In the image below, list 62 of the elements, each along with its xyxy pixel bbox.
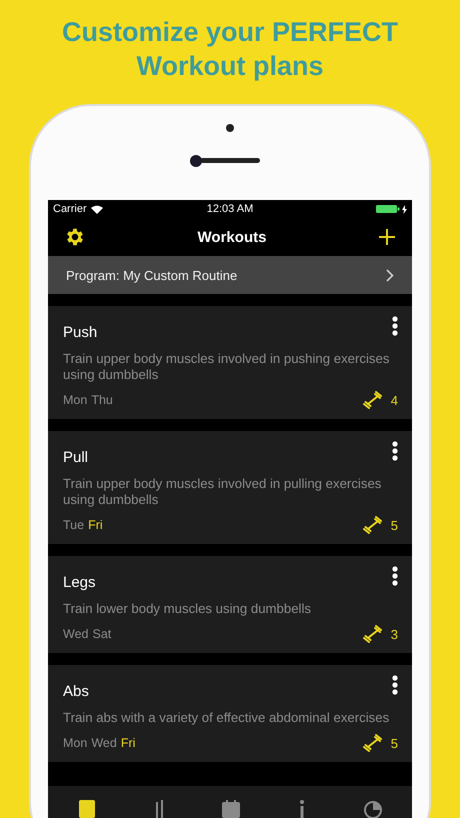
dumbbell-icon [362,516,383,534]
more-button[interactable] [392,316,398,336]
more-icon [392,316,398,336]
workout-title: Abs [63,683,89,700]
day-label: Thu [91,393,113,407]
chevron-right-icon [386,268,394,282]
speaker-slot [200,158,260,163]
headline: Customize your PERFECT Workout plans [60,16,400,83]
more-icon [392,675,398,695]
more-icon [392,441,398,461]
workout-title: Legs [63,574,96,591]
exercise-count: 5 [390,736,398,750]
day-label: Fri [120,736,136,750]
day-label: Tue [63,518,84,532]
battery-icon [376,204,400,214]
tab-button[interactable] [221,800,242,818]
workout-title: Push [63,324,98,341]
tab-button[interactable] [77,800,98,818]
day-label: Mon [63,393,88,407]
dumbbell-icon [362,391,383,409]
workout-description: Train upper body muscles involved in pulling exercises using dumbbells [63,476,382,508]
settings-button[interactable] [64,226,86,248]
calendar-icon [221,800,242,818]
workout-description: Train abs with a variety of effective abdominal exercises [63,710,390,726]
day-label: Mon [63,736,88,750]
more-button[interactable] [392,566,398,586]
sensor-dot [226,124,234,132]
day-label: Sat [92,627,112,641]
more-button[interactable] [392,441,398,461]
add-button[interactable] [378,228,396,246]
info-icon [300,800,304,818]
exercise-count: 4 [390,392,398,408]
workout-card[interactable]: Push Train upper body muscles involved in pushing exercises using dumbbells Mon Thu 4 [48,306,412,419]
workout-card[interactable]: Abs Train abs with a variety of effective abdominal exercises Mon Wed Fri 5 [48,665,412,762]
dumbbell-icon [362,734,383,752]
bar-chart-icon [156,800,163,818]
day-label: Wed [63,627,88,641]
day-label: Wed [91,736,117,750]
camera-dot [190,154,202,166]
workout-description: Train lower body muscles using dumbbells [63,601,312,617]
tab-button[interactable] [156,800,163,818]
wifi-icon [90,204,103,214]
status-time: 12:03 AM [206,203,254,215]
exercise-count: 3 [390,626,398,642]
screen-title: Workouts [198,228,266,246]
workout-card[interactable]: Legs Train lower body muscles using dumbbells Wed Sat 3 [48,556,412,653]
list-icon [77,800,98,818]
workout-description: Train upper body muscles involved in pushing exercises using dumbbells [63,351,390,383]
workout-title: Pull [63,449,88,466]
settings-icon [64,226,86,248]
program-row[interactable]: Program: My Custom Routine [48,256,412,294]
dumbbell-icon [362,625,383,643]
workout-card[interactable]: Pull Train upper body muscles involved in pulling exercises using dumbbells Tue Fri 5 [48,431,412,544]
tab-button[interactable] [300,800,304,818]
plus-icon [378,228,396,246]
tab-button[interactable] [362,800,383,818]
exercise-count: 5 [390,518,398,532]
pie-chart-icon [362,800,383,818]
more-button[interactable] [392,675,398,695]
more-icon [392,566,398,586]
day-label: Fri [88,518,103,532]
carrier-label: Carrier [53,203,87,215]
